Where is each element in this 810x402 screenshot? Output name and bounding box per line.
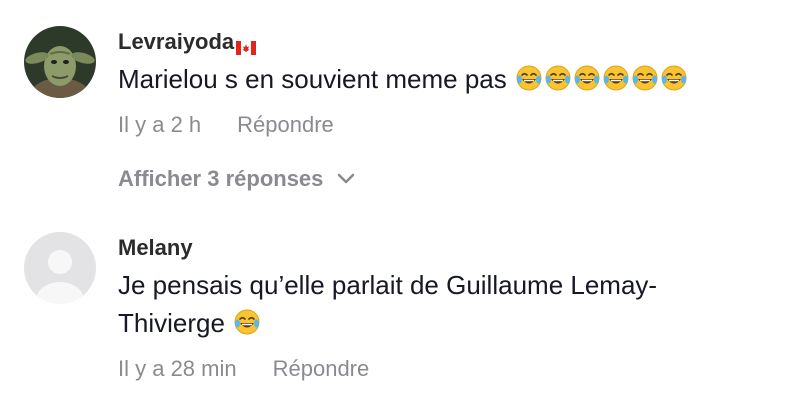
chevron-down-icon (338, 173, 355, 184)
comment-text-content: Marielou s en souvient meme pas (118, 64, 507, 94)
comment-text: Je pensais qu’elle parlait de Guillaume … (118, 266, 790, 342)
show-replies-label: Afficher 3 réponses (118, 166, 324, 191)
avatar[interactable] (24, 26, 96, 98)
default-avatar-icon[interactable] (24, 232, 96, 304)
username-text: Melany (118, 235, 193, 260)
reply-button[interactable]: Répondre (273, 356, 370, 382)
show-replies-button[interactable]: Afficher 3 réponses (118, 166, 355, 192)
comment-username[interactable]: Melany (118, 234, 790, 262)
canada-flag-icon (236, 35, 257, 55)
comment-meta: Il y a 28 min Répondre (118, 356, 790, 382)
yoda-avatar-image (24, 26, 96, 98)
comment-username[interactable]: Levraiyoda (118, 28, 790, 56)
comment-timestamp: Il y a 28 min (118, 356, 237, 381)
comment-text-line-1: Je pensais qu’elle parlait de Guillaume … (118, 270, 658, 300)
reply-button[interactable]: Répondre (237, 112, 334, 138)
face-with-tears-of-joy-icon (515, 64, 543, 92)
face-with-tears-of-joy-icon (631, 64, 659, 92)
face-with-tears-of-joy-icon (660, 64, 688, 92)
comment-text: Marielou s en souvient meme pas (118, 60, 790, 98)
face-with-tears-of-joy-icon (233, 308, 261, 336)
comment-timestamp: Il y a 2 h (118, 112, 202, 137)
face-with-tears-of-joy-icon (544, 64, 572, 92)
username-text: Levraiyoda (118, 29, 235, 54)
face-with-tears-of-joy-icon (602, 64, 630, 92)
comment-text-line-2: Thivierge (118, 308, 225, 338)
comment-meta: Il y a 2 h Répondre (118, 112, 790, 138)
face-with-tears-of-joy-icon (573, 64, 601, 92)
